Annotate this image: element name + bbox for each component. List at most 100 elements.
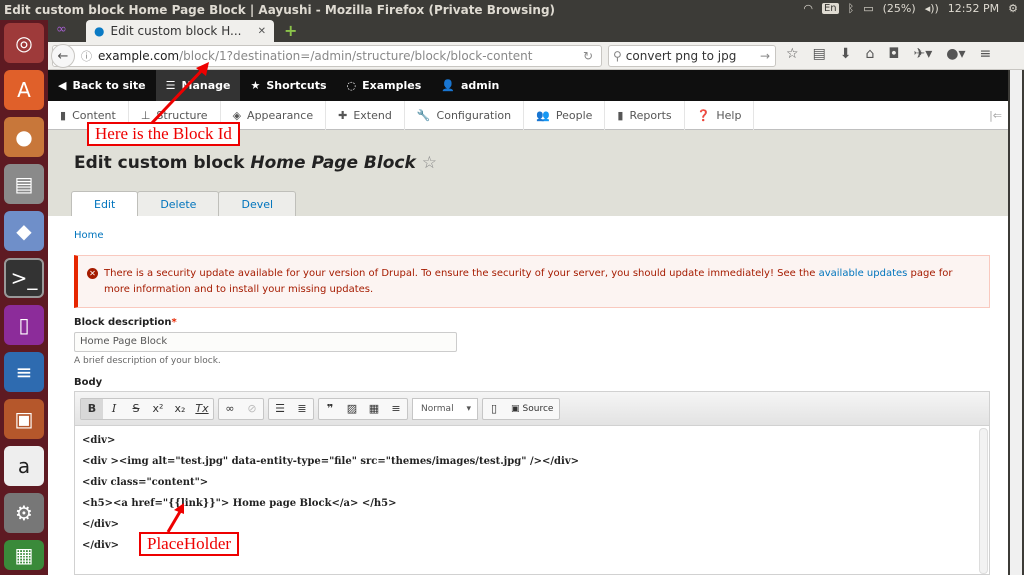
firefox-icon[interactable]: ● <box>4 117 44 157</box>
bulleted-list-button[interactable]: ☰ <box>269 399 291 419</box>
numbered-list-button[interactable]: ≣ <box>291 399 313 419</box>
page-title: Edit custom block Home Page Block ☆ <box>74 153 437 173</box>
image-button[interactable]: ▨ <box>341 399 363 419</box>
superscript-button[interactable]: x² <box>147 399 169 419</box>
tab-title: Edit custom block H... <box>110 24 242 38</box>
power-gear-icon[interactable]: ⚙ <box>1008 2 1018 15</box>
drupal-icon: ◌ <box>346 79 357 92</box>
tray-label: Configuration <box>436 109 512 122</box>
reading-list-icon[interactable]: ▤ <box>813 46 826 62</box>
wifi-icon[interactable]: ◠ <box>803 2 813 15</box>
tray-reports[interactable]: ▮ Reports <box>605 101 685 130</box>
bluetooth-icon[interactable]: ᛒ <box>848 2 855 15</box>
format-select[interactable]: Normal ▾ <box>412 397 478 420</box>
shortcut-star-icon[interactable]: ☆ <box>422 153 437 173</box>
toolbar-admin-user[interactable]: 👤 admin <box>431 70 509 101</box>
blockquote-button[interactable]: ❞ <box>319 399 341 419</box>
horizontal-line-button[interactable]: ≡ <box>385 399 407 419</box>
remove-format-button[interactable]: Tx <box>191 399 213 419</box>
tab-delete[interactable]: Delete <box>137 191 220 216</box>
back-icon: ◀ <box>58 79 67 92</box>
tray-configuration[interactable]: 🔧 Configuration <box>405 101 525 130</box>
people-icon: 👥 <box>536 109 550 122</box>
browser-tab[interactable]: ● Edit custom block H... ✕ <box>86 20 274 42</box>
search-input[interactable]: ⚲ convert png to jpg → <box>608 45 776 67</box>
code-line: <div> <box>82 435 116 446</box>
link-button[interactable]: ∞ <box>219 399 241 419</box>
chart-icon: ▮ <box>617 109 624 122</box>
info-icon[interactable]: ⓘ <box>81 48 92 64</box>
toolbar-manage[interactable]: ☰ Manage <box>155 70 241 101</box>
table-button[interactable]: ▦ <box>363 399 385 419</box>
ubuntu-dash-icon[interactable]: ◎ <box>4 23 44 63</box>
star-icon: ★ <box>250 79 261 92</box>
writer-icon[interactable]: ≡ <box>4 352 44 392</box>
url-path: /block/1?destination=/admin/structure/bl… <box>179 49 533 63</box>
virtualbox-icon[interactable]: ◆ <box>4 211 44 251</box>
security-error-message: ✕ There is a security update available f… <box>74 255 990 308</box>
block-description-input[interactable]: Home Page Block <box>74 332 457 352</box>
battery-icon[interactable]: ▭ <box>863 2 873 15</box>
required-marker: * <box>171 317 177 328</box>
keyboard-layout[interactable]: En <box>821 3 839 14</box>
tray-label: People <box>555 109 593 122</box>
editor-scrollbar[interactable] <box>979 428 988 574</box>
pocket-icon[interactable]: ◘ <box>888 46 899 62</box>
message-text: There is a security update available for… <box>104 268 816 279</box>
amazon-icon[interactable]: a <box>4 446 44 486</box>
placeholder-annotation: PlaceHolder <box>139 532 240 556</box>
new-tab-icon[interactable]: + <box>284 21 297 40</box>
tray-orientation-toggle-icon[interactable]: |⇐ <box>989 109 1002 122</box>
tab-devel[interactable]: Devel <box>218 191 297 216</box>
block-description-label: Block description* <box>74 317 177 328</box>
clock[interactable]: 12:52 PM <box>948 2 999 15</box>
terminal-icon[interactable]: >_ <box>4 258 44 298</box>
italic-button[interactable]: I <box>103 399 125 419</box>
primary-tabs: Edit Delete Devel <box>71 191 297 216</box>
window-title: Edit custom block Home Page Block | Aayu… <box>4 3 556 17</box>
body-label: Body <box>74 377 103 388</box>
globe-extension-icon[interactable]: ●▾ <box>946 46 965 62</box>
home-icon[interactable]: ⌂ <box>866 46 875 62</box>
download-icon[interactable]: ⬇ <box>840 46 852 62</box>
reload-icon[interactable]: ↻ <box>583 49 593 63</box>
tray-label: Appearance <box>247 109 314 122</box>
page-scrollbar[interactable] <box>1010 70 1022 575</box>
unlink-button[interactable]: ⊘ <box>241 399 263 419</box>
menu-icon: ☰ <box>165 79 176 92</box>
sitemap-icon: ⊥ <box>140 109 151 122</box>
tray-help[interactable]: ❓ Help <box>685 101 755 130</box>
search-go-icon[interactable]: → <box>760 49 770 63</box>
ubuntu-launcher: ◎ A ● ▤ ◆ >_ ▯ ≡ ▣ a ⚙ ▦ <box>0 20 48 575</box>
software-center-icon[interactable]: A <box>4 70 44 110</box>
hamburger-menu-icon[interactable]: ≡ <box>980 46 992 62</box>
toolbar-back-to-site[interactable]: ◀ Back to site <box>48 70 156 101</box>
spreadsheet-icon[interactable]: ▦ <box>4 540 44 570</box>
breadcrumb-home[interactable]: Home <box>74 230 104 241</box>
close-tab-icon[interactable]: ✕ <box>258 26 266 37</box>
battery-level: (25%) <box>882 2 916 15</box>
files-icon[interactable]: ▤ <box>4 164 44 204</box>
source-button[interactable]: ▣ Source <box>505 404 559 414</box>
toolbar-examples[interactable]: ◌ Examples <box>337 70 432 101</box>
puzzle-icon: ✚ <box>338 109 348 122</box>
volume-icon[interactable]: ◂)) <box>925 2 939 15</box>
bold-button[interactable]: B <box>81 398 103 419</box>
user-icon: 👤 <box>441 79 455 92</box>
url-bar[interactable]: ← ⓘ example.com/block/1?destination=/adm… <box>51 44 602 68</box>
impress-icon[interactable]: ▣ <box>4 399 44 439</box>
bookmark-star-icon[interactable]: ☆ <box>786 46 799 62</box>
tab-edit[interactable]: Edit <box>71 191 139 216</box>
purple-app-icon[interactable]: ▯ <box>4 305 44 345</box>
strikethrough-button[interactable]: S <box>125 399 147 419</box>
page-title-name: Home Page Block <box>250 153 416 173</box>
available-updates-link[interactable]: available updates <box>819 268 908 279</box>
show-blocks-button[interactable]: ▯ <box>483 399 505 419</box>
toolbar-shortcuts[interactable]: ★ Shortcuts <box>240 70 336 101</box>
system-settings-icon[interactable]: ⚙ <box>4 493 44 533</box>
subscript-button[interactable]: x₂ <box>169 399 191 419</box>
tray-people[interactable]: 👥 People <box>524 101 606 130</box>
back-arrow-icon[interactable]: ← <box>51 44 75 68</box>
tray-extend[interactable]: ✚ Extend <box>326 101 405 130</box>
extension-icon[interactable]: ✈▾ <box>914 46 933 62</box>
